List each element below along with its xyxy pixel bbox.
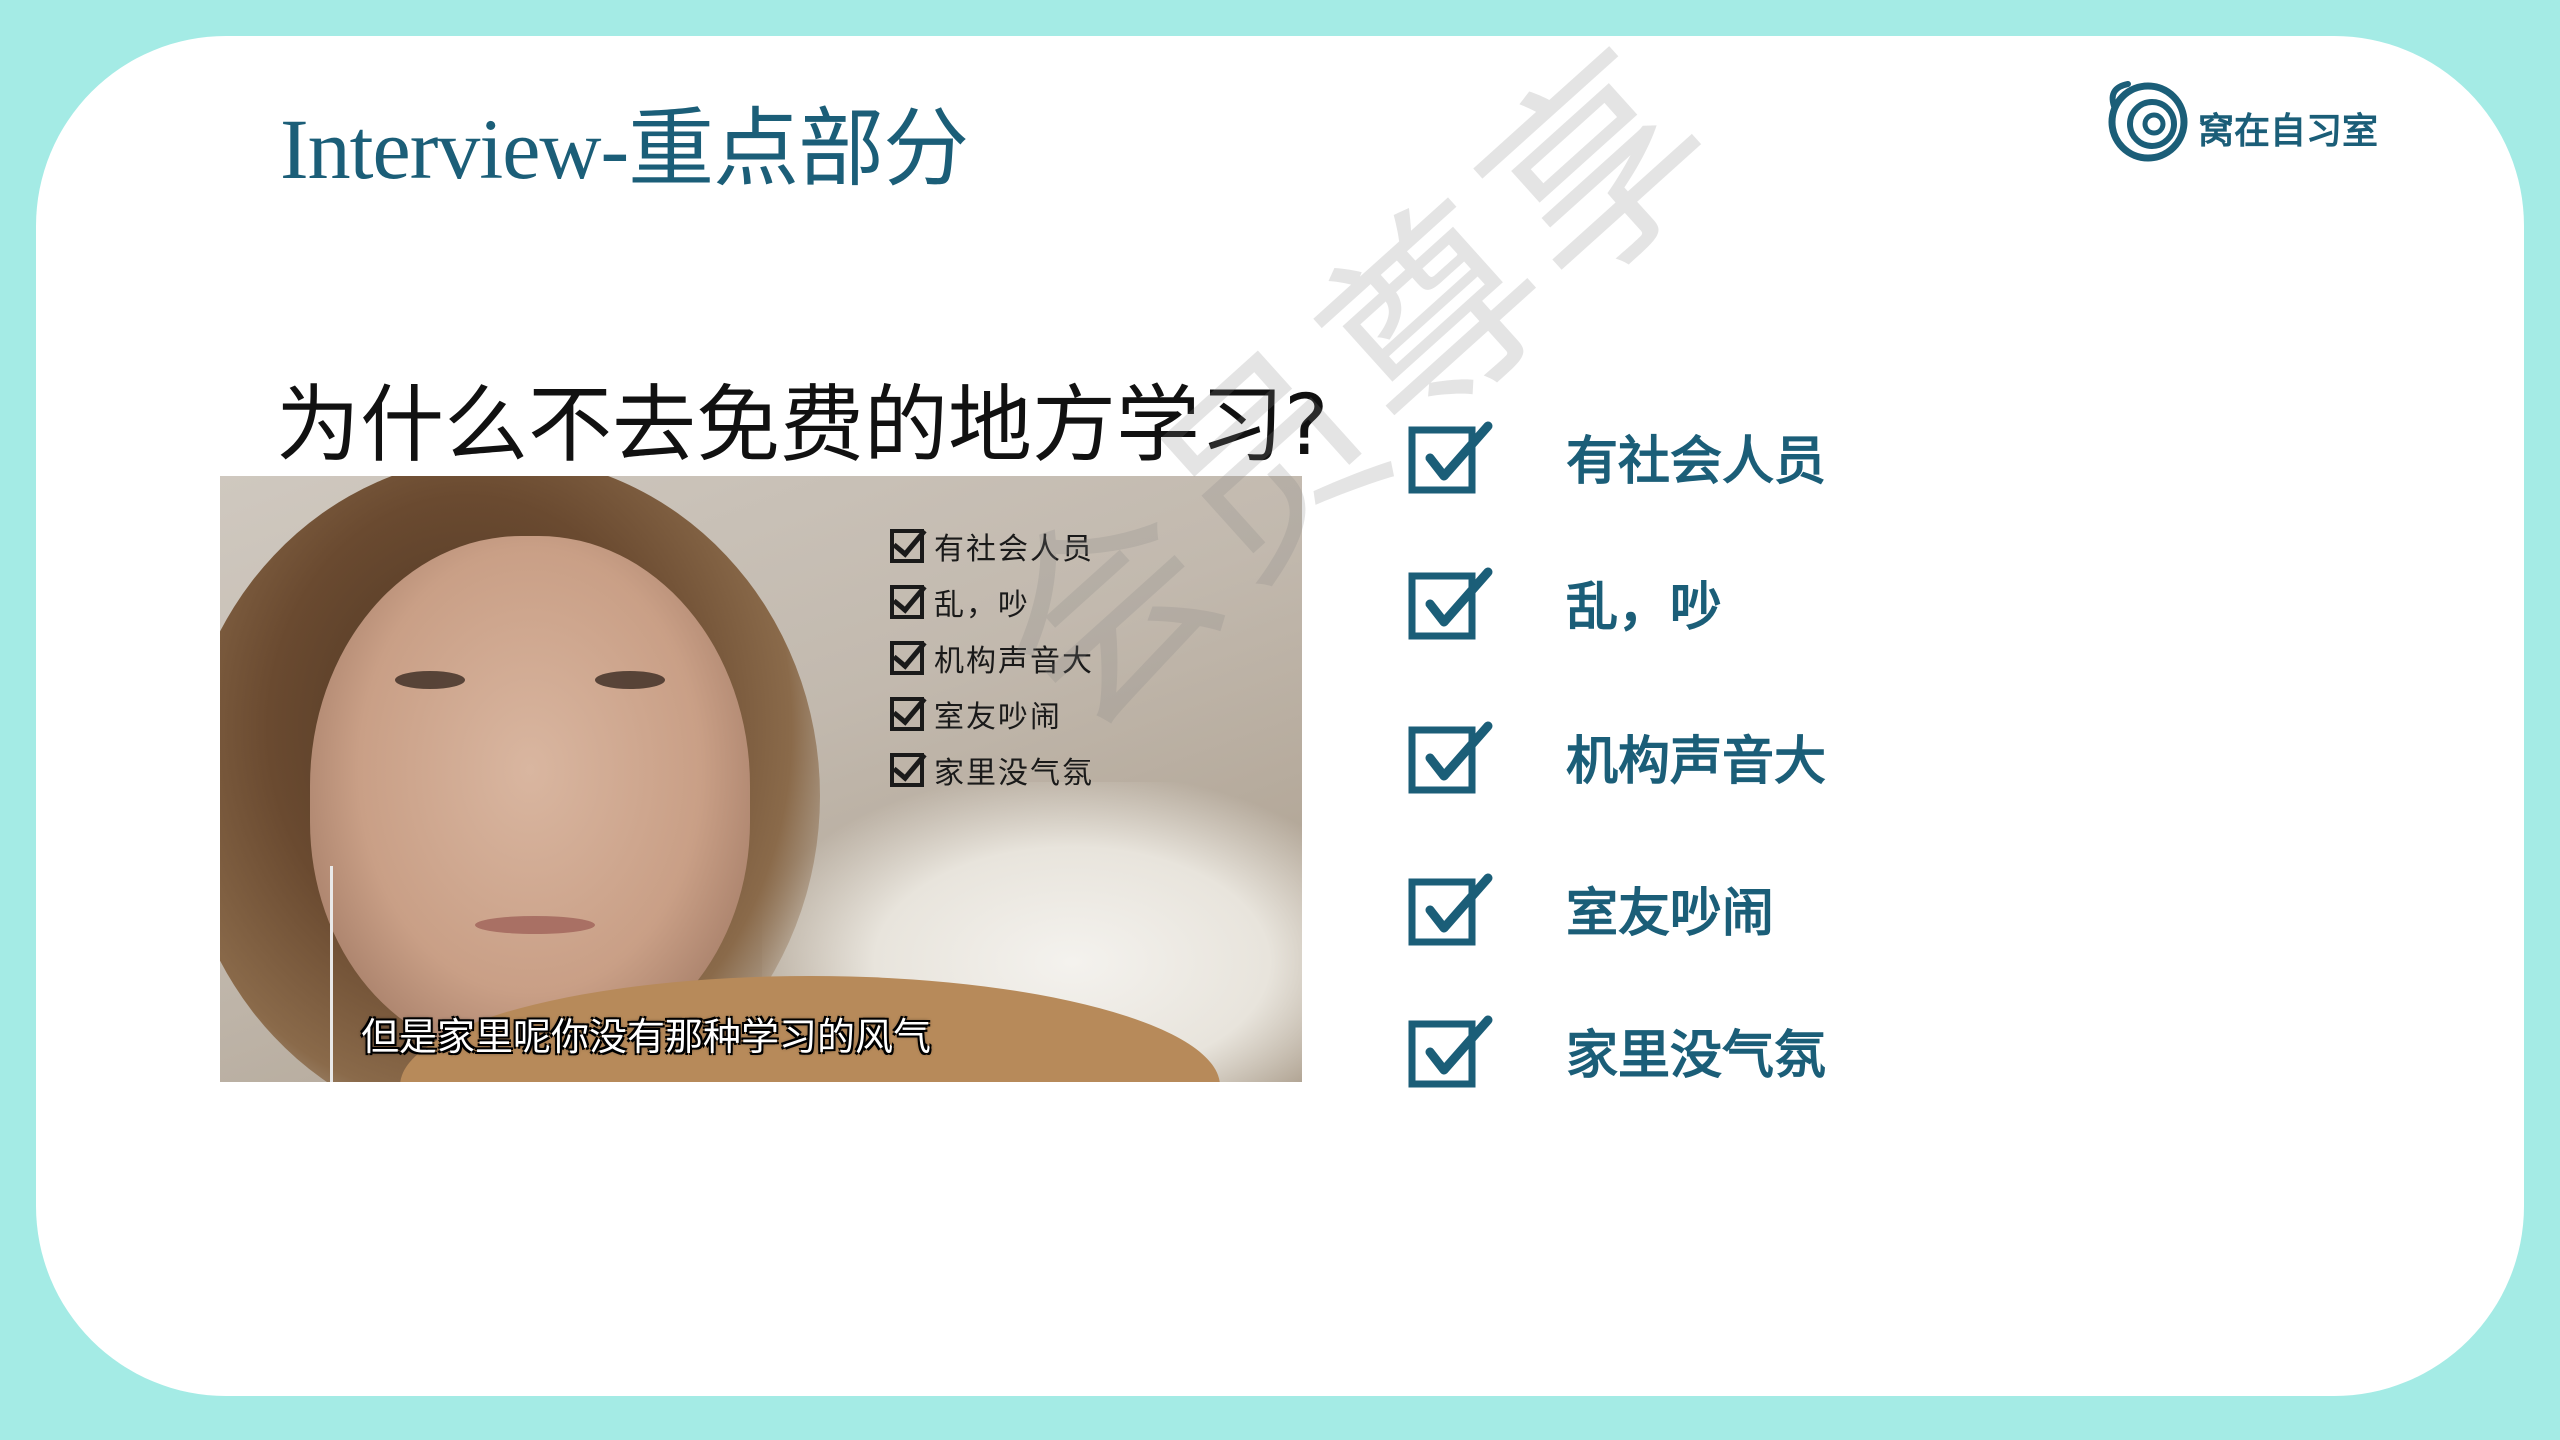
slide-card: Interview-重点部分 窝在自习室 为什么不去免费的地方学习? 有社会人员… (36, 36, 2524, 1396)
video-subtitle: 但是家里呢你没有那种学习的风气 (360, 1015, 931, 1059)
person-eye-left (395, 671, 465, 689)
checklist-item-label: 室友吵闹 (1566, 883, 1775, 944)
overlay-item-label: 乱，吵 (934, 588, 1030, 623)
interview-video-frame[interactable]: 有社会人员 乱，吵 机构声音大 室友吵闹 家里没气氛 但是家里呢你没有那种学习的… (220, 476, 1302, 1082)
overlay-item: 机构声音大 (890, 630, 1094, 686)
overlay-item: 乱，吵 (890, 574, 1094, 630)
overlay-item-label: 室友吵闹 (934, 700, 1062, 735)
person-eye-right (595, 671, 665, 689)
overlay-item-label: 家里没气氛 (934, 756, 1094, 791)
slide-title: Interview-重点部分 (280, 101, 969, 197)
checklist-item: 乱，吵 (1408, 562, 1722, 642)
checkbox-checked-icon (1408, 567, 1493, 640)
person-face (310, 536, 750, 1056)
overlay-checkbox-icon (890, 529, 924, 563)
checkbox-checked-icon (1408, 421, 1493, 494)
video-overlay-checklist: 有社会人员 乱，吵 机构声音大 室友吵闹 家里没气氛 (890, 518, 1094, 798)
checkbox-checked-icon (1408, 1015, 1493, 1088)
overlay-item: 有社会人员 (890, 518, 1094, 574)
checklist-item: 机构声音大 (1408, 716, 1826, 796)
overlay-item: 室友吵闹 (890, 686, 1094, 742)
checklist-item-label: 有社会人员 (1566, 431, 1827, 492)
question-heading: 为什么不去免费的地方学习? (276, 376, 1329, 474)
checkbox-checked-icon (1408, 873, 1493, 946)
overlay-checkbox-icon (890, 697, 924, 731)
person-mouth (475, 916, 595, 934)
overlay-item: 家里没气氛 (890, 742, 1094, 798)
checklist-item-label: 家里没气氛 (1566, 1025, 1827, 1086)
checklist-item: 家里没气氛 (1408, 1010, 1826, 1090)
checklist-item-label: 乱，吵 (1566, 577, 1723, 638)
checklist-item-label: 机构声音大 (1566, 731, 1827, 792)
checklist-item: 室友吵闹 (1408, 868, 1774, 948)
slide-frame: Interview-重点部分 窝在自习室 为什么不去免费的地方学习? 有社会人员… (0, 0, 2560, 1440)
overlay-checkbox-icon (890, 641, 924, 675)
overlay-item-label: 有社会人员 (934, 532, 1094, 567)
checkbox-checked-icon (1408, 721, 1493, 794)
overlay-checkbox-icon (890, 585, 924, 619)
checklist-item: 有社会人员 (1408, 416, 1826, 496)
logo-text: 窝在自习室 (2198, 111, 2379, 152)
brand-logo: 窝在自习室 (2104, 78, 2378, 164)
overlay-checkbox-icon (890, 753, 924, 787)
spiral-logo-icon (2108, 81, 2188, 162)
overlay-item-label: 机构声音大 (934, 644, 1094, 679)
